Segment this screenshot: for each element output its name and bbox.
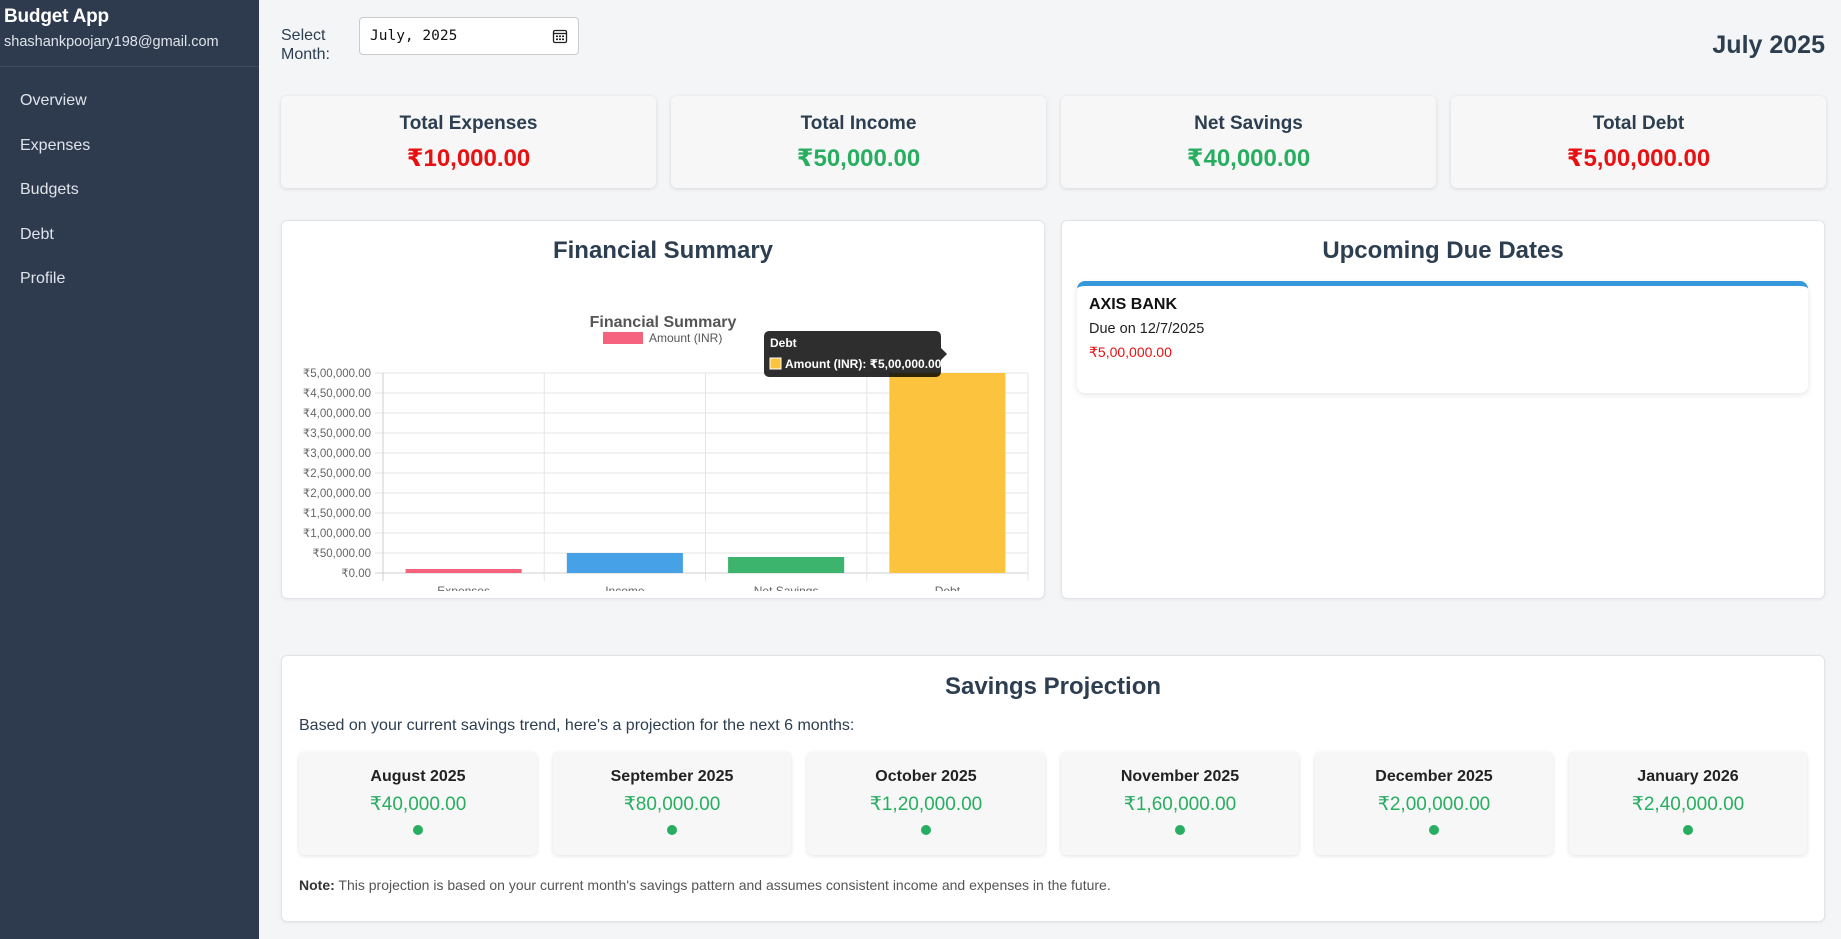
y-tick-label: ₹1,50,000.00 (303, 508, 371, 520)
bar-income[interactable] (566, 553, 683, 573)
y-tick-label: ₹0.00 (341, 568, 371, 580)
projection-value: ₹80,000.00 (623, 794, 721, 815)
due-date: Due on 12/7/2025 (1089, 321, 1205, 337)
projection-card: December 2025 ₹2,00,000.00 (1315, 752, 1553, 855)
sidebar-item-budgets[interactable]: Budgets (0, 168, 259, 213)
projection-note: Note: This projection is based on your c… (299, 877, 1111, 893)
projection-month: August 2025 (370, 768, 466, 785)
legend-swatch[interactable] (603, 332, 643, 344)
stat-label: Total Debt (1592, 113, 1685, 134)
y-tick-label: ₹5,00,000.00 (303, 368, 371, 380)
projection-card: November 2025 ₹1,60,000.00 (1061, 752, 1299, 855)
sidebar-item-debt[interactable]: Debt (0, 213, 259, 258)
projection-indicator-dot (413, 825, 423, 835)
projection-value: ₹2,00,000.00 (1377, 794, 1491, 815)
projection-intro: Based on your current savings trend, her… (299, 717, 855, 734)
select-month-label: Select Month: (281, 27, 330, 63)
month-picker[interactable]: July, 2025 (359, 17, 579, 55)
projection-indicator-dot (667, 825, 677, 835)
projection-month: December 2025 (1375, 768, 1493, 785)
month-picker-value: July, 2025 (370, 28, 458, 44)
stat-value: ₹50,000.00 (796, 145, 921, 172)
projection-card: August 2025 ₹40,000.00 (299, 752, 537, 855)
calendar-icon[interactable] (552, 28, 568, 44)
projection-value: ₹2,40,000.00 (1631, 794, 1745, 815)
due-dates-panel: Upcoming Due Dates AXIS BANK Due on 12/7… (1061, 220, 1825, 599)
y-tick-label: ₹3,00,000.00 (303, 448, 371, 460)
projection-card: January 2026 ₹2,40,000.00 (1569, 752, 1807, 855)
stat-value: ₹10,000.00 (406, 145, 531, 172)
note-label: Note: (299, 877, 335, 893)
projection-value: ₹1,60,000.00 (1123, 794, 1237, 815)
sidebar-item-profile[interactable]: Profile (0, 257, 259, 302)
y-tick-label: ₹2,00,000.00 (303, 488, 371, 500)
tooltip-label: Amount (INR): ₹5,00,000.00 (785, 357, 942, 371)
due-bank-name: AXIS BANK (1089, 296, 1178, 313)
sidebar-item-overview[interactable]: Overview (0, 79, 259, 124)
due-card[interactable]: AXIS BANK Due on 12/7/2025 ₹5,00,000.00 (1077, 281, 1808, 393)
bar-debt[interactable] (889, 373, 1006, 573)
projection-card: October 2025 ₹1,20,000.00 (807, 752, 1045, 855)
page-title: July 2025 (1712, 31, 1825, 59)
y-tick-label: ₹1,00,000.00 (303, 528, 371, 540)
user-email: shashankpoojary198@gmail.com (4, 34, 219, 50)
projection-indicator-dot (1683, 825, 1693, 835)
stat-label: Total Expenses (399, 113, 538, 134)
financial-summary-heading: Financial Summary (552, 237, 774, 264)
stat-label: Net Savings (1194, 113, 1303, 134)
tooltip-caret (941, 348, 947, 360)
projection-value: ₹40,000.00 (369, 794, 467, 815)
x-axis: Expenses Income Net Savings Debt (437, 584, 960, 591)
note-text: This projection is based on your current… (334, 877, 1111, 893)
projection-month: October 2025 (875, 768, 977, 785)
financial-summary-panel: Financial Summary Financial Summary Amou… (281, 220, 1045, 599)
y-axis: ₹0.00 ₹50,000.00 ₹1,00,000.00 ₹1,50,000.00 ₹… (303, 368, 371, 580)
projection-card: September 2025 ₹80,000.00 (553, 752, 791, 855)
sidebar-nav: Overview Expenses Budgets Debt Profile (0, 67, 259, 302)
due-amount: ₹5,00,000.00 (1089, 344, 1172, 360)
projection-month: September 2025 (610, 768, 734, 785)
savings-projection-heading: Savings Projection (944, 673, 1162, 700)
chart-tooltip: Debt Amount (INR): ₹5,00,000.00 (764, 331, 947, 377)
stat-value: ₹5,00,000.00 (1566, 145, 1711, 172)
financial-summary-chart[interactable]: Financial Summary Amount (INR) ₹0.00 ₹50,… (282, 281, 1044, 591)
sidebar-item-expenses[interactable]: Expenses (0, 124, 259, 169)
x-tick-label: Income (605, 584, 645, 591)
chart-title: Financial Summary (590, 314, 737, 331)
sidebar: Budget App shashankpoojary198@gmail.com … (0, 0, 259, 939)
stat-card-net-savings: Net Savings ₹40,000.00 (1061, 96, 1436, 188)
app-brand: Budget App (4, 6, 109, 27)
bar-net-savings[interactable] (728, 557, 845, 573)
savings-projection-panel: Savings Projection Based on your current… (281, 655, 1825, 922)
projection-value: ₹1,20,000.00 (869, 794, 983, 815)
y-tick-label: ₹2,50,000.00 (303, 468, 371, 480)
due-dates-heading: Upcoming Due Dates (1322, 237, 1564, 264)
bar-expenses[interactable] (405, 569, 522, 573)
projection-month: November 2025 (1120, 768, 1240, 785)
x-tick-label: Debt (935, 584, 961, 591)
projection-indicator-dot (921, 825, 931, 835)
y-tick-label: ₹4,00,000.00 (303, 408, 371, 420)
projection-month: January 2026 (1637, 768, 1739, 785)
tooltip-swatch (769, 357, 782, 370)
y-tick-label: ₹3,50,000.00 (303, 428, 371, 440)
stat-card-total-income: Total Income ₹50,000.00 (671, 96, 1046, 188)
projection-indicator-dot (1429, 825, 1439, 835)
x-tick-label: Expenses (437, 584, 490, 591)
x-tick-label: Net Savings (754, 584, 819, 591)
y-tick-label: ₹4,50,000.00 (303, 388, 371, 400)
projection-indicator-dot (1175, 825, 1185, 835)
tooltip-title: Debt (770, 336, 797, 350)
legend-label[interactable]: Amount (INR) (649, 331, 722, 345)
stat-value: ₹40,000.00 (1186, 145, 1311, 172)
stat-card-total-debt: Total Debt ₹5,00,000.00 (1451, 96, 1826, 188)
y-tick-label: ₹50,000.00 (313, 548, 371, 560)
stat-card-total-expenses: Total Expenses ₹10,000.00 (281, 96, 656, 188)
stat-label: Total Income (800, 113, 917, 134)
